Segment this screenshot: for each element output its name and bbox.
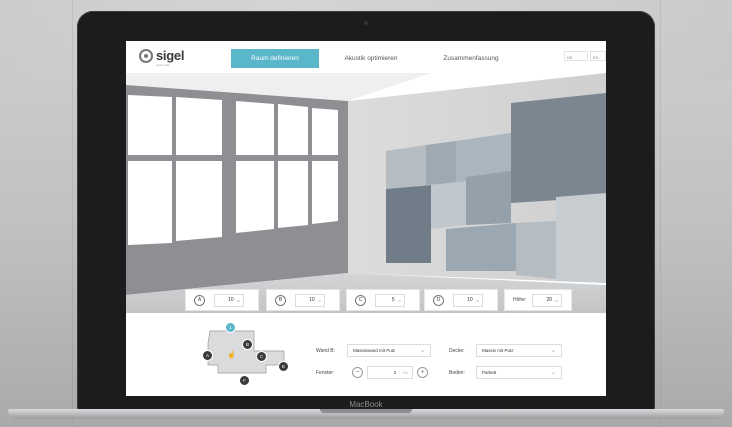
boden-select-value: Parkett — [482, 370, 497, 375]
lang-en[interactable]: EN — [593, 55, 599, 60]
fenster-label: Fenster: — [316, 370, 335, 376]
dimension-d-marker: D — [433, 294, 444, 306]
floorplan-node-f[interactable]: F — [239, 375, 250, 386]
wand-select[interactable]: Massivwand mit Putz ⌄ — [347, 344, 431, 357]
config-panel: 1 A B C ☝ E F D Wand B: Massivwand mit P… — [126, 313, 606, 396]
chevron-down-icon: ⌄ — [550, 370, 556, 376]
fenster-increment-button[interactable]: + — [417, 367, 428, 378]
dimension-d-input[interactable]: 10 m — [453, 293, 483, 307]
lang-de[interactable]: DE — [567, 55, 573, 60]
dimension-hoehe: Höhe: 20 m — [504, 289, 572, 311]
tab-zusammenfassung[interactable]: Zusammenfassung — [426, 49, 516, 68]
boden-select[interactable]: Parkett ⌄ — [476, 366, 562, 379]
logo-text: sigel — [156, 48, 185, 63]
fenster-unit: Stk — [402, 370, 408, 375]
hoehe-input[interactable]: 20 m — [532, 293, 563, 307]
boden-label: Boden: — [449, 370, 465, 376]
decke-select-value: Massiv mit Putz — [482, 348, 514, 353]
chevron-down-icon: ⌄ — [550, 348, 556, 354]
floorplan-node-1[interactable]: 1 — [225, 322, 236, 333]
dimension-a-marker: A — [194, 294, 205, 306]
hoehe-label: Höhe: — [513, 297, 527, 303]
dimension-b: B 10 m — [266, 289, 340, 311]
dimension-a-input[interactable]: 10 m — [214, 293, 244, 307]
cursor-icon: ☝ — [227, 351, 236, 359]
logo[interactable]: sigel — [139, 48, 184, 63]
logo-subtitle: work mate — [156, 63, 170, 67]
floorplan-node-e[interactable]: E — [278, 361, 289, 372]
camera-icon — [364, 21, 368, 25]
floorplan-node-b[interactable]: B — [242, 339, 253, 350]
app-screen: sigel work mate Raum definieren Akustik … — [126, 41, 606, 396]
app-header: sigel work mate Raum definieren Akustik … — [126, 41, 606, 73]
fenster-value: 2 — [393, 370, 397, 375]
floorplan-node-a[interactable]: A — [202, 350, 213, 361]
dimension-b-input[interactable]: 10 m — [295, 293, 325, 307]
decke-select[interactable]: Massiv mit Putz ⌄ — [476, 344, 562, 357]
dimension-b-marker: B — [275, 294, 286, 306]
dimension-a: A 10 m — [185, 289, 259, 311]
room-scene — [126, 73, 606, 313]
laptop-notch — [320, 409, 412, 413]
chevron-down-icon: ⌄ — [419, 348, 425, 354]
decke-label: Decke: — [449, 348, 465, 354]
dimension-c-marker: C — [355, 294, 366, 306]
wall-seam — [660, 0, 661, 427]
wand-label: Wand B: — [316, 348, 335, 354]
fenster-decrement-button[interactable]: − — [352, 367, 363, 378]
floorplan-node-c[interactable]: C — [256, 351, 267, 362]
dimension-c: C 5m — [346, 289, 420, 311]
tab-akustik-optimieren[interactable]: Akustik optimieren — [331, 49, 411, 68]
laptop-lid: sigel work mate Raum definieren Akustik … — [77, 11, 655, 411]
laptop-brand: MacBook — [349, 400, 383, 409]
dimension-d: D 10 m — [424, 289, 498, 311]
fenster-input[interactable]: 2 Stk — [367, 366, 413, 379]
dimension-c-input[interactable]: 5m — [375, 293, 405, 307]
wand-select-value: Massivwand mit Putz — [353, 348, 396, 353]
wall-seam — [72, 0, 73, 427]
tab-raum-definieren[interactable]: Raum definieren — [231, 49, 319, 68]
logo-icon — [139, 48, 153, 63]
